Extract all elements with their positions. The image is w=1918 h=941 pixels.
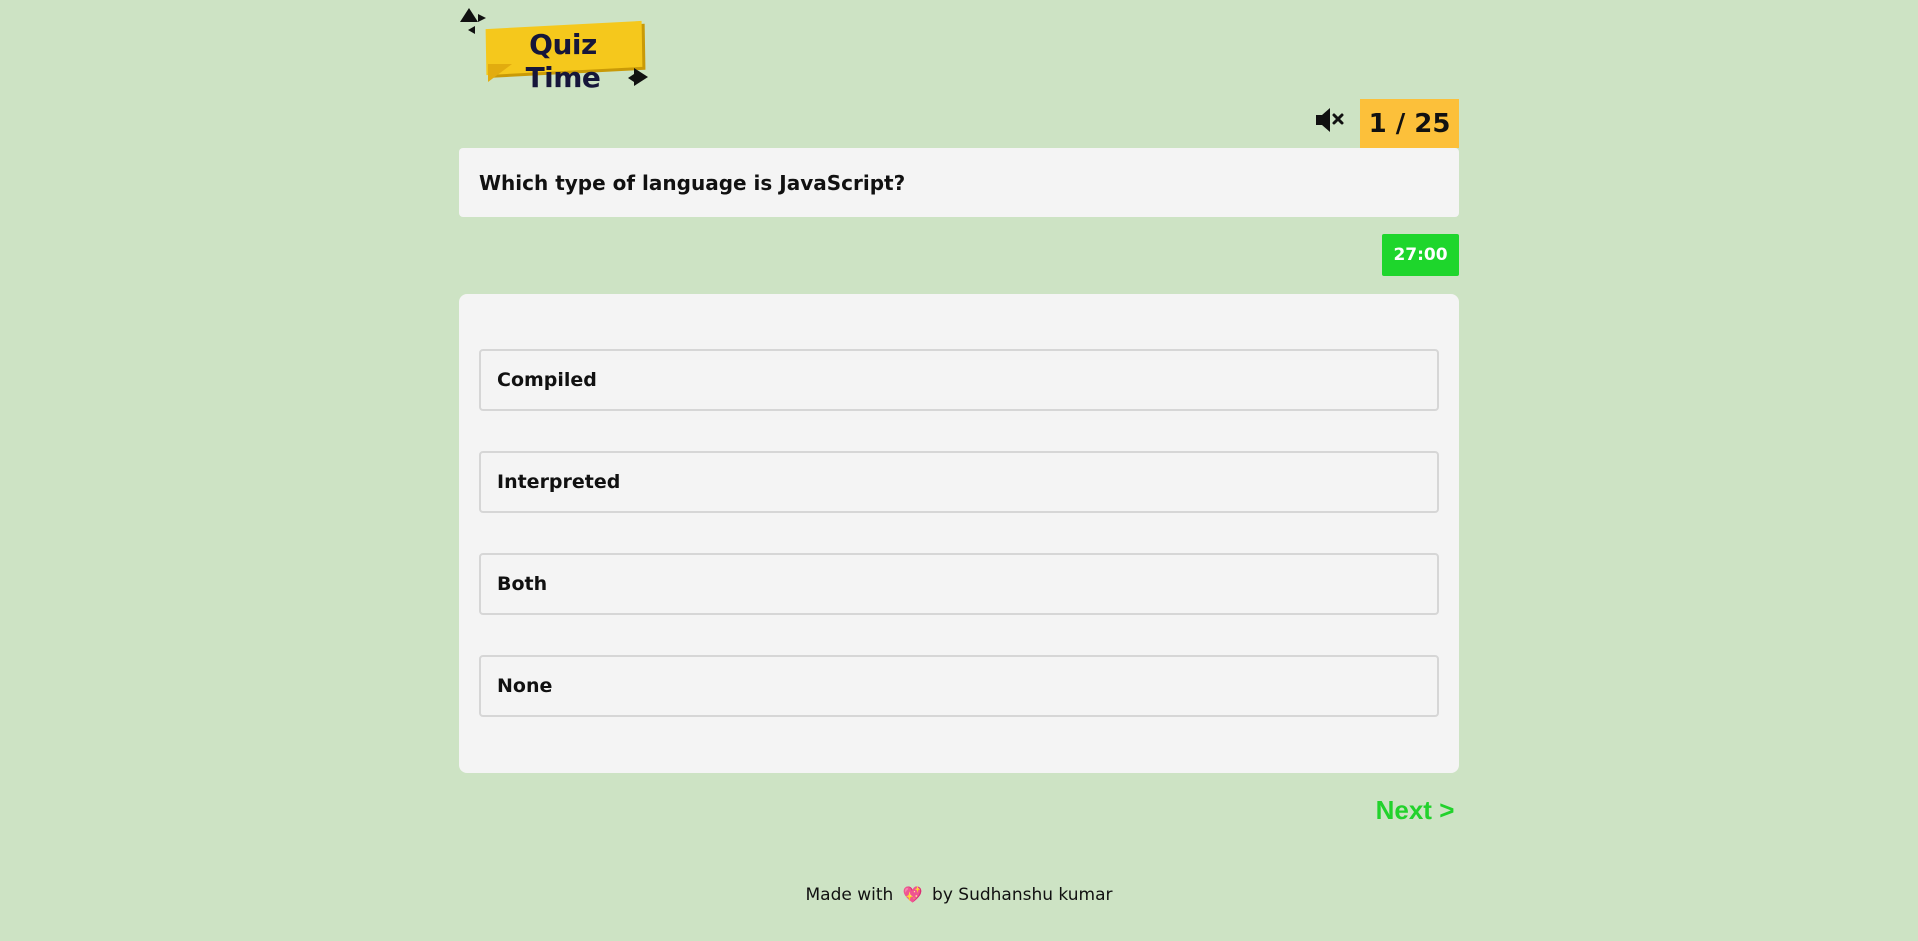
- options-card: Compiled Interpreted Both None: [459, 294, 1459, 773]
- logo-text: Quiz Time: [525, 28, 601, 94]
- next-button[interactable]: Next >: [1370, 792, 1460, 828]
- question-card: Which type of language is JavaScript?: [459, 148, 1459, 217]
- option-none[interactable]: None: [479, 655, 1439, 717]
- question-text: Which type of language is JavaScript?: [479, 170, 906, 195]
- logo-triangle-decoration: [468, 26, 475, 34]
- option-label: Interpreted: [497, 471, 621, 493]
- logo-triangle-decoration: [628, 74, 634, 82]
- option-label: Both: [497, 573, 548, 595]
- footer-prefix: Made with: [805, 885, 894, 905]
- logo-triangle-decoration: [634, 68, 648, 86]
- option-interpreted[interactable]: Interpreted: [479, 451, 1439, 513]
- footer: Made with 💖 by Sudhanshu kumar: [0, 885, 1918, 905]
- countdown-timer: 27:00: [1382, 234, 1459, 276]
- speaker-muted-icon[interactable]: [1313, 106, 1345, 134]
- logo-triangle-decoration: [478, 14, 486, 22]
- option-label: Compiled: [497, 369, 597, 391]
- logo-triangle-decoration: [460, 8, 478, 22]
- question-counter: 1 / 25: [1360, 99, 1459, 148]
- footer-author: by Sudhanshu kumar: [932, 885, 1113, 905]
- option-both[interactable]: Both: [479, 553, 1439, 615]
- heart-icon: 💖: [902, 885, 923, 904]
- option-label: None: [497, 675, 553, 697]
- option-compiled[interactable]: Compiled: [479, 349, 1439, 411]
- quiz-time-logo: Quiz Time: [458, 6, 658, 94]
